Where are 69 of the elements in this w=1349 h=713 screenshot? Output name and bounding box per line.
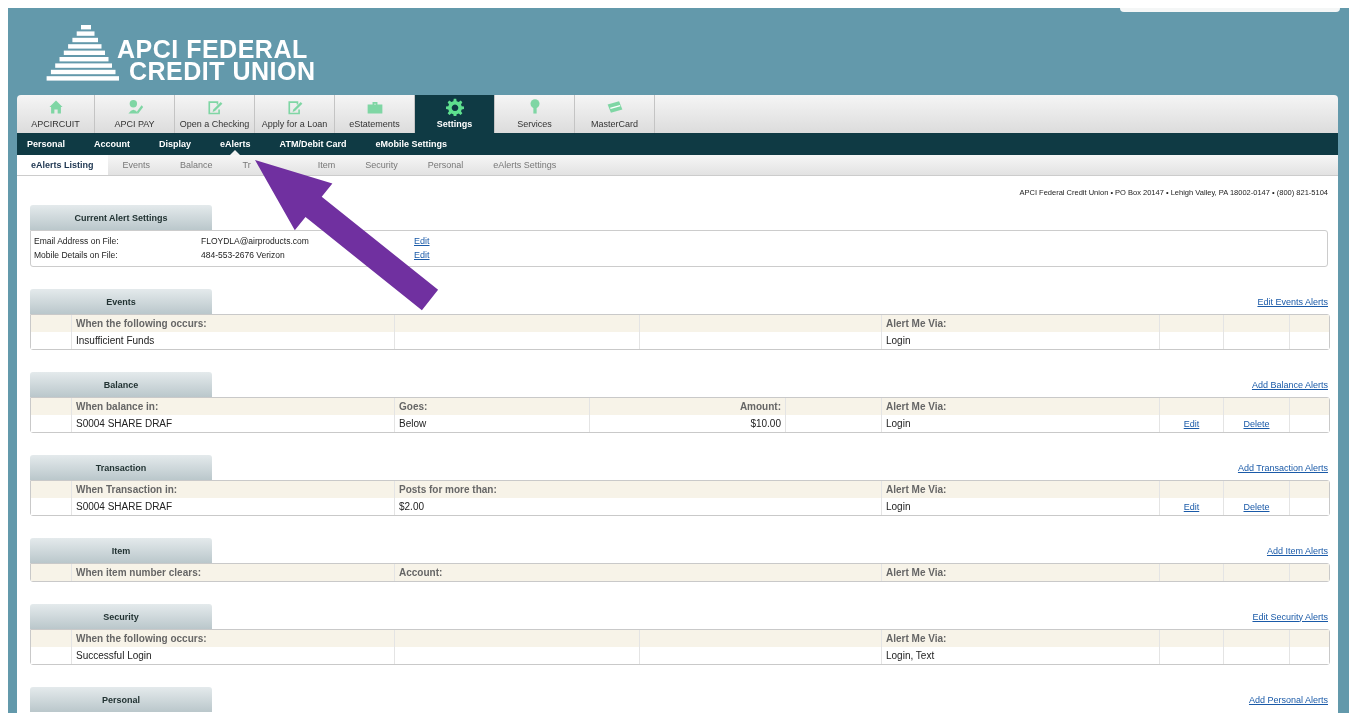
alert-tab[interactable]: eAlerts Settings [478, 155, 572, 175]
table-cell: Successful Login [76, 650, 152, 661]
person-pen-icon [125, 98, 144, 116]
add-alerts-link[interactable]: Edit Security Alerts [1252, 611, 1328, 622]
table-cell: Login [886, 501, 911, 512]
add-alerts-link[interactable]: Edit Events Alerts [1257, 296, 1328, 307]
edit-link[interactable]: Edit [1183, 419, 1200, 429]
delete-link[interactable]: Delete [1243, 502, 1270, 512]
table-cell: Insufficient Funds [76, 335, 155, 346]
nav-tab[interactable]: APCIRCUIT [17, 95, 95, 133]
table-cell: Login [886, 335, 911, 346]
column-header: Alert Me Via: [886, 401, 947, 412]
field-label: Email Address on File: [34, 236, 120, 246]
edit-link[interactable]: Edit [414, 236, 430, 246]
add-alerts-link[interactable]: Add Transaction Alerts [1237, 462, 1328, 473]
table-cell: Below [399, 418, 427, 429]
alert-tab[interactable]: Balance [165, 155, 228, 175]
column-header: When the following occurs: [76, 318, 207, 329]
column-header: When item number clears: [76, 567, 202, 578]
nav-tab[interactable]: MasterCard [575, 95, 655, 133]
column-header: Alert Me Via: [886, 318, 947, 329]
column-header: When balance in: [76, 401, 159, 412]
alert-tab[interactable]: Security [350, 155, 413, 175]
nav-tab[interactable]: Open a Checking [175, 95, 255, 133]
nav-tab[interactable]: Apply for a Loan [255, 95, 335, 133]
edit-link[interactable]: Edit [1183, 502, 1200, 512]
column-header: Posts for more than: [399, 484, 497, 495]
column-header: When the following occurs: [76, 633, 207, 644]
nav-link[interactable]: ATM/Debit Card [279, 133, 347, 155]
add-alerts-link[interactable]: Add Item Alerts [1266, 545, 1328, 556]
notepad-pencil-icon [205, 98, 224, 116]
nav-tab[interactable]: Settings [415, 95, 495, 133]
alert-tab[interactable]: Tr [227, 155, 253, 175]
alert-tab[interactable]: Events [107, 155, 166, 175]
add-alerts-link[interactable]: Add Balance Alerts [1251, 379, 1328, 390]
field-value: FLOYDLA@airproducts.com [201, 236, 310, 246]
notepad-pencil-icon [285, 98, 304, 116]
field-label: Mobile Details on File: [34, 250, 119, 260]
column-header: Amount: [739, 401, 781, 412]
nav-link[interactable]: Personal [27, 133, 66, 155]
column-header: Alert Me Via: [886, 484, 947, 495]
nav-tab[interactable]: eStatements [335, 95, 415, 133]
nav-link[interactable]: Account [94, 133, 131, 155]
add-alerts-link[interactable]: Add Personal Alerts [1248, 694, 1328, 705]
nav-tab[interactable]: Services [495, 95, 575, 133]
table-cell: S0004 SHARE DRAF [76, 501, 173, 512]
brand-name: CREDIT UNION [129, 60, 316, 82]
nav-link[interactable]: Display [159, 133, 192, 155]
card-icon [605, 98, 624, 116]
alert-tab[interactable]: eAlerts Listing [17, 155, 108, 175]
nav-tab[interactable]: APCI PAY [95, 95, 175, 133]
table-cell: $10.00 [750, 418, 781, 429]
table-cell: Login [886, 418, 911, 429]
table-cell: $2.00 [399, 501, 425, 512]
alert-tab[interactable]: Item [315, 155, 351, 175]
column-header: Goes: [399, 401, 428, 412]
alert-tab[interactable]: Personal [412, 155, 479, 175]
settings-icon [445, 98, 464, 116]
edit-link[interactable]: Edit [414, 250, 430, 260]
brand-name: APCI FEDERAL [117, 38, 308, 60]
table-cell: S0004 SHARE DRAF [76, 418, 173, 429]
nav-link[interactable]: eMobile Settings [375, 133, 447, 155]
field-value: 484-553-2676 Verizon [201, 250, 286, 260]
table-cell: Login, Text [886, 650, 935, 661]
column-header: When Transaction in: [76, 484, 178, 495]
column-header: Alert Me Via: [886, 567, 947, 578]
column-header: Alert Me Via: [886, 633, 947, 644]
column-header: Account: [399, 567, 443, 578]
delete-link[interactable]: Delete [1243, 419, 1270, 429]
